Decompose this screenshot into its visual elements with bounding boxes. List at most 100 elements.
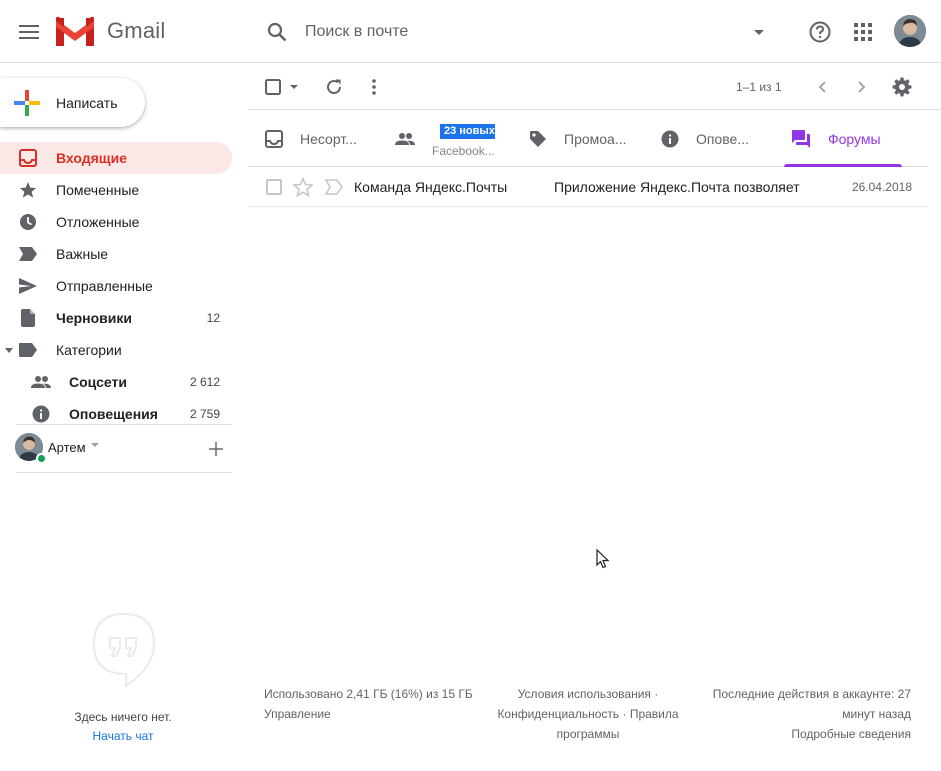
chevron-right-icon xyxy=(858,81,866,93)
sidebar-divider xyxy=(16,424,232,425)
caret-down-icon xyxy=(754,29,764,35)
important-outline-icon[interactable] xyxy=(325,179,343,195)
gmail-logo[interactable]: Gmail xyxy=(56,16,165,46)
tab-label: Форумы xyxy=(828,131,881,147)
sidebar-item-drafts[interactable]: Черновики 12 xyxy=(0,302,232,334)
newer-button[interactable] xyxy=(809,74,835,100)
google-apps-button[interactable] xyxy=(848,17,878,47)
tag-icon xyxy=(528,129,548,149)
compose-button[interactable]: Написать xyxy=(0,78,145,127)
tab-forums[interactable]: Форумы xyxy=(784,111,928,167)
sidebar-nav: Входящие Помеченные Отложенные Важные От… xyxy=(0,142,240,430)
hangouts-empty-icon xyxy=(92,612,156,688)
caret-down-icon[interactable] xyxy=(91,443,99,447)
pagination-info: 1–1 из 1 xyxy=(736,80,782,94)
message-sender: Команда Яндекс.Почты xyxy=(354,179,508,195)
more-vert-icon xyxy=(372,79,376,95)
message-row[interactable]: Команда Яндекс.Почты Приложение Яндекс.П… xyxy=(248,167,928,207)
star-icon xyxy=(18,180,38,200)
sidebar-divider xyxy=(16,472,232,473)
search-options-button[interactable] xyxy=(748,21,770,43)
sidebar-item-label: Отложенные xyxy=(56,214,140,230)
star-outline-icon[interactable] xyxy=(293,177,313,197)
sidebar-item-label: Соцсети xyxy=(69,374,127,390)
refresh-button[interactable] xyxy=(321,74,347,100)
important-icon xyxy=(18,244,38,264)
gear-icon xyxy=(892,77,912,97)
send-icon xyxy=(18,276,38,296)
message-subject: Приложение Яндекс.Почта позволяет xyxy=(554,179,800,195)
tab-label: Несорт... xyxy=(300,131,357,147)
sidebar-item-starred[interactable]: Помеченные xyxy=(0,174,232,206)
sidebar-item-label: Оповещения xyxy=(69,406,158,422)
mouse-cursor-icon xyxy=(596,549,610,569)
hangouts-user-name: Артем xyxy=(48,440,86,455)
user-photo-icon xyxy=(894,15,926,47)
sidebar-item-social[interactable]: Соцсети 2 612 xyxy=(0,366,232,398)
refresh-icon xyxy=(327,79,341,94)
sidebar-item-snoozed[interactable]: Отложенные xyxy=(0,206,232,238)
privacy-link[interactable]: Конфиденциальность · Правила программы xyxy=(486,704,690,744)
checkbox-select-icon xyxy=(265,79,298,95)
hangouts-user[interactable]: Артем xyxy=(15,433,235,465)
inbox-icon xyxy=(18,148,38,168)
people-icon xyxy=(395,129,415,149)
message-date: 26.04.2018 xyxy=(851,180,912,194)
main-menu-button[interactable] xyxy=(13,16,45,48)
sidebar-item-label: Категории xyxy=(56,342,122,358)
new-count-badge: 23 новых xyxy=(440,124,495,139)
clock-icon xyxy=(18,212,38,232)
draft-icon xyxy=(18,308,38,328)
sidebar-item-label: Черновики xyxy=(56,310,133,326)
sidebar-item-label: Помеченные xyxy=(56,182,140,198)
sidebar-item-important[interactable]: Важные xyxy=(0,238,232,270)
tab-social[interactable] xyxy=(383,111,518,167)
storage-usage: Использовано 2,41 ГБ (16%) из 15 ГБ xyxy=(264,687,473,701)
select-all-button[interactable] xyxy=(262,74,302,100)
new-chat-button[interactable] xyxy=(205,438,227,460)
older-button[interactable] xyxy=(849,74,875,100)
tab-promotions[interactable]: Промоа... xyxy=(518,111,653,167)
gmail-m-icon xyxy=(56,16,94,46)
sidebar-item-count: 2 759 xyxy=(189,407,220,421)
search-icon xyxy=(267,22,287,42)
activity-details-link[interactable]: Подробные сведения xyxy=(696,724,911,744)
inbox-icon xyxy=(264,129,284,149)
label-icon xyxy=(18,340,38,360)
more-actions-button[interactable] xyxy=(361,74,387,100)
sidebar-item-inbox[interactable]: Входящие xyxy=(0,142,232,174)
tab-primary[interactable]: Несорт... xyxy=(248,111,383,167)
sidebar-item-label: Важные xyxy=(56,246,109,262)
caret-down-icon[interactable] xyxy=(4,345,14,355)
gmail-logo-text: Gmail xyxy=(107,18,166,43)
last-activity: Последние действия в аккаунте: 27 минут … xyxy=(712,687,911,721)
forum-icon xyxy=(791,129,811,149)
online-status-icon xyxy=(36,453,47,464)
compose-plus-icon xyxy=(14,89,40,116)
row-checkbox[interactable] xyxy=(266,179,282,195)
chat-empty-text: Здесь ничего нет. xyxy=(74,710,172,724)
chevron-left-icon xyxy=(818,81,826,93)
help-button[interactable] xyxy=(805,17,835,47)
sidebar-item-label: Отправленные xyxy=(56,278,153,294)
plus-icon xyxy=(209,442,223,456)
top-bar: Gmail xyxy=(0,0,941,63)
settings-button[interactable] xyxy=(889,74,915,100)
compose-label: Написать xyxy=(56,94,118,111)
search-button[interactable] xyxy=(263,18,291,46)
people-icon xyxy=(31,372,51,392)
start-chat-link[interactable]: Начать чат xyxy=(0,729,246,743)
mail-toolbar: 1–1 из 1 xyxy=(248,64,941,110)
tab-updates[interactable]: Опове... xyxy=(653,111,784,167)
sidebar-item-count: 12 xyxy=(206,311,220,325)
sidebar-item-categories[interactable]: Категории xyxy=(0,334,232,366)
search-input[interactable] xyxy=(296,18,736,46)
terms-link[interactable]: Условия использования · xyxy=(486,684,690,704)
account-avatar[interactable] xyxy=(894,15,926,47)
apps-grid-icon xyxy=(854,23,872,41)
tab-subtitle: Facebook... xyxy=(432,144,495,158)
manage-storage-link[interactable]: Управление xyxy=(264,704,474,724)
sidebar-item-updates[interactable]: Оповещения 2 759 xyxy=(0,398,232,430)
sidebar-item-sent[interactable]: Отправленные xyxy=(0,270,232,302)
storage-info: Использовано 2,41 ГБ (16%) из 15 ГБ Упра… xyxy=(264,684,474,724)
